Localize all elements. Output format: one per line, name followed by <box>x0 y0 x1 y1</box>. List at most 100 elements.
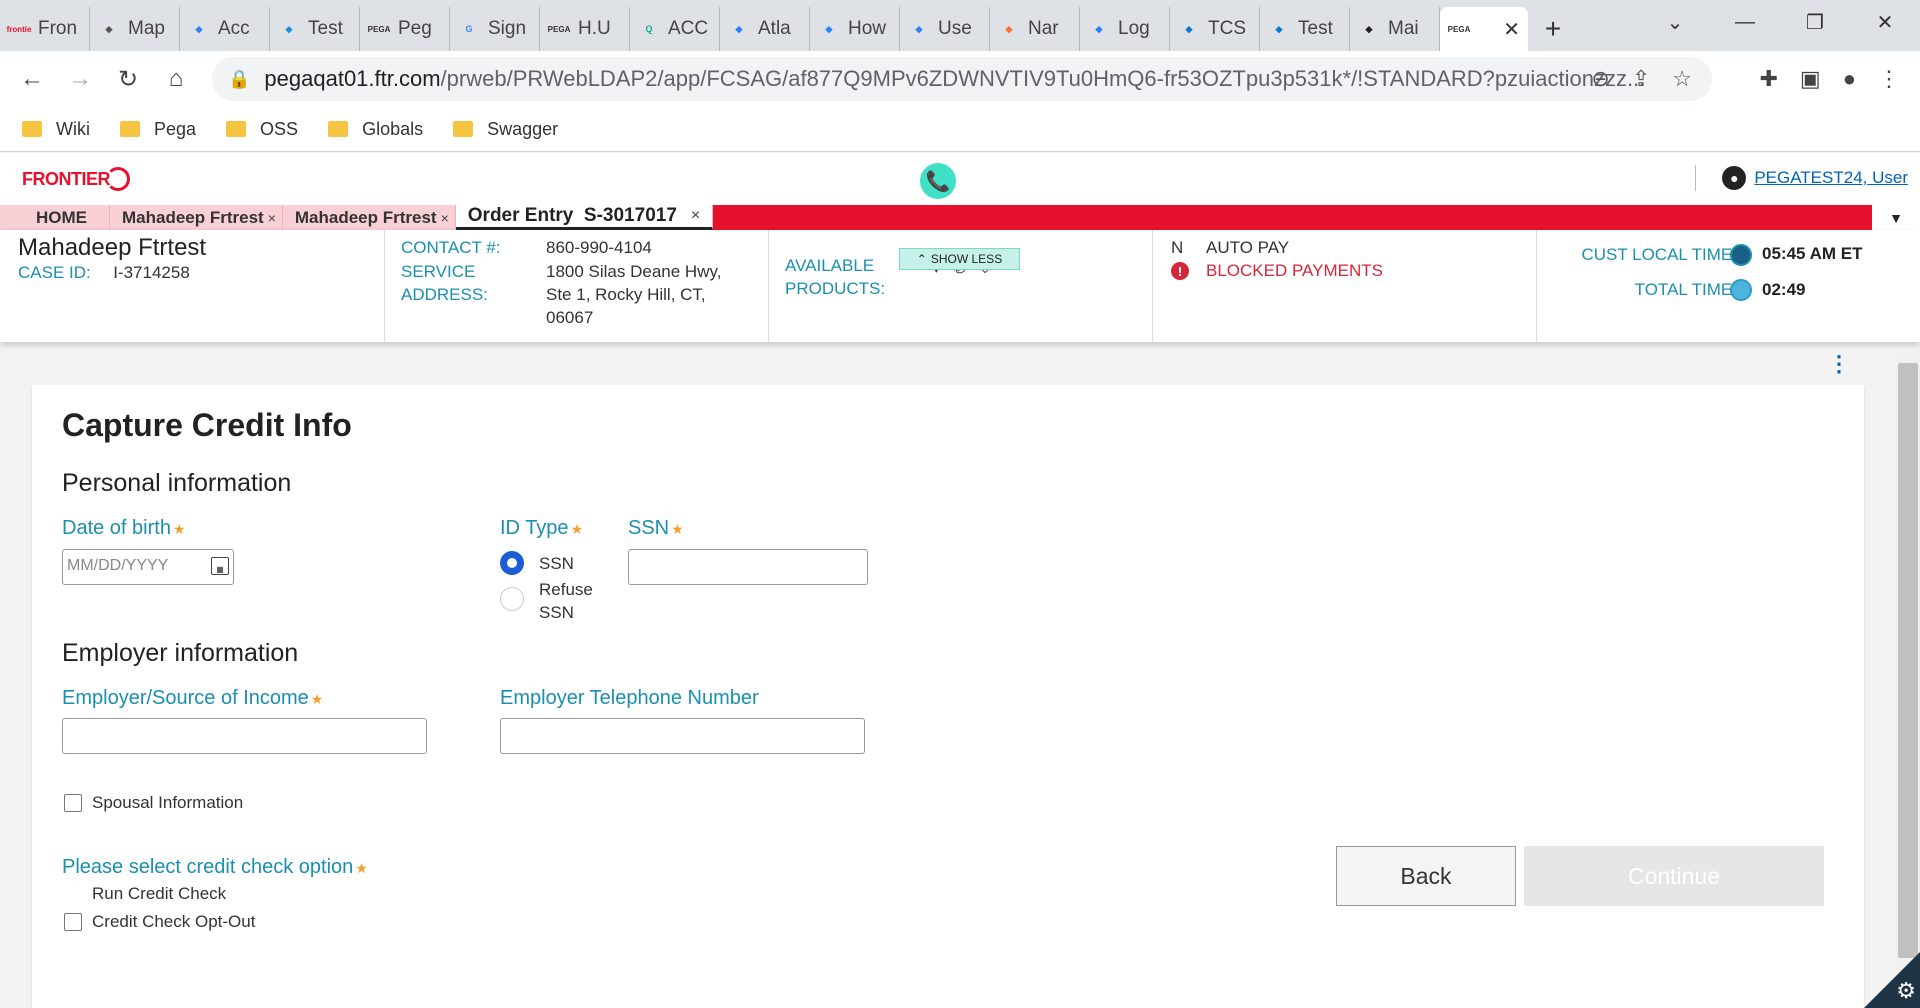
bookmarks-bar: Wiki Pega OSS Globals Swagger <box>0 107 1920 152</box>
jira-icon: ◆ <box>735 23 743 34</box>
frontier-logo[interactable]: FRONTIER <box>22 167 130 191</box>
local-time-value: 05:45 AM ET <box>1762 244 1863 263</box>
bookmark-oss[interactable]: OSS <box>226 119 298 140</box>
required-star-icon: ★ <box>172 521 186 537</box>
extensions-icon[interactable]: ✚ <box>1759 66 1777 92</box>
folder-icon <box>22 121 42 137</box>
browser-tab[interactable]: G Sign <box>450 7 540 51</box>
credit-option-label-text: Please select credit check option <box>62 856 354 878</box>
more-options-icon[interactable]: ⋮ <box>1828 351 1850 377</box>
employer-label: Employer/Source of Income ★ <box>62 687 323 710</box>
browser-tab[interactable]: ◆ Test <box>1260 7 1350 51</box>
browser-tab[interactable]: Q ACC <box>630 7 720 51</box>
tab-close-icon[interactable]: × <box>268 210 276 226</box>
show-less-label: SHOW LESS <box>930 252 1003 266</box>
browser-tab[interactable]: ◆ Use <box>900 7 990 51</box>
spousal-info-checkbox[interactable] <box>64 794 82 812</box>
tab-close-icon[interactable]: × <box>691 207 700 225</box>
browser-tab[interactable]: ◆ Acc <box>180 7 270 51</box>
profile-avatar-icon[interactable]: ● <box>1843 66 1856 92</box>
browser-tab[interactable]: frontie Fron <box>0 7 90 51</box>
required-star-icon: ★ <box>671 521 684 537</box>
bookmark-star-icon[interactable]: ☆ <box>1672 66 1692 92</box>
scrollbar-thumb[interactable] <box>1898 363 1918 958</box>
lock-icon[interactable]: 🔒 <box>228 69 250 90</box>
autopay-flag: N <box>1171 238 1184 257</box>
address-bar[interactable]: 🔒 pegaqat01.ftr.com /prweb/PRWebLDAP2/ap… <box>212 57 1712 101</box>
back-arrow-icon[interactable]: ← <box>8 55 56 103</box>
clock-icon <box>1730 244 1752 266</box>
browser-tab[interactable]: ◆ TCS <box>1170 7 1260 51</box>
credit-opt-out-checkbox[interactable] <box>64 913 82 931</box>
tab-order-entry[interactable]: Order Entry S-3017017 × <box>455 205 714 230</box>
radio-refuse-ssn[interactable] <box>500 587 524 611</box>
employer-input[interactable] <box>62 718 427 754</box>
browser-tab[interactable]: ◆ How <box>810 7 900 51</box>
app-header: FRONTIER 📞 ● PEGATEST24, User <box>0 153 1920 205</box>
postman-icon: ◆ <box>1005 23 1013 34</box>
minimize-button[interactable]: — <box>1710 0 1780 44</box>
back-button[interactable]: Back <box>1336 846 1516 906</box>
employer-phone-input[interactable] <box>500 718 865 754</box>
share-icon[interactable]: ⇪ <box>1632 66 1650 92</box>
browser-tab-active[interactable]: PEGA ✕ <box>1440 7 1528 51</box>
personal-info-heading: Personal information <box>62 469 292 497</box>
tab-customer-1[interactable]: Mahadeep Frtrest × <box>110 205 283 230</box>
folder-icon <box>453 121 474 137</box>
browser-menu-icon[interactable]: ⋮ <box>1878 66 1900 92</box>
side-panel-icon[interactable]: ▣ <box>1800 66 1821 92</box>
bookmark-wiki[interactable]: Wiki <box>22 119 90 140</box>
jira-icon: ◆ <box>195 23 203 34</box>
browser-tab[interactable]: PEGA H.U <box>540 7 630 51</box>
continue-button[interactable]: Continue <box>1524 846 1824 906</box>
refuse-line-2: SSN <box>539 603 574 622</box>
browser-tab[interactable]: ◆ Mai <box>1350 7 1440 51</box>
close-tab-icon[interactable]: ✕ <box>1503 17 1520 42</box>
total-time-value: 02:49 <box>1762 280 1806 299</box>
bookmark-swagger[interactable]: Swagger <box>453 119 558 140</box>
browser-tab[interactable]: ◆ Log <box>1080 7 1170 51</box>
browser-tab-title: Use <box>938 18 972 39</box>
zoom-icon[interactable]: ⊖ <box>1591 66 1609 92</box>
browser-tab-title: Mai <box>1388 18 1419 39</box>
home-icon[interactable]: ⌂ <box>152 55 200 103</box>
user-link[interactable]: PEGATEST24, User <box>1754 168 1908 188</box>
browser-tab-title: H.U <box>578 18 611 39</box>
tab-overflow-dropdown-icon[interactable]: ▼ <box>1872 205 1920 230</box>
radio-ssn[interactable] <box>500 551 524 575</box>
restore-button[interactable]: ❐ <box>1780 0 1850 44</box>
contact-label: CONTACT #: <box>401 238 501 257</box>
radio-ssn-label: SSN <box>539 554 574 573</box>
radio-refuse-label: Refuse SSN <box>539 578 593 624</box>
contact-value: 860-990-4104 <box>546 238 652 257</box>
forward-arrow-icon[interactable]: → <box>56 55 104 103</box>
bookmark-pega[interactable]: Pega <box>120 119 196 140</box>
browser-tab[interactable]: ◆ Nar <box>990 7 1080 51</box>
folder-icon <box>226 121 247 137</box>
run-credit-check-label[interactable]: Run Credit Check <box>92 884 226 904</box>
blocked-payments-label: BLOCKED PAYMENTS <box>1206 261 1383 280</box>
show-less-button[interactable]: ⌃ SHOW LESS <box>899 248 1020 270</box>
browser-tab-title: Atla <box>758 18 791 39</box>
id-type-label-text: ID Type <box>500 517 569 539</box>
tab-close-icon[interactable]: × <box>441 210 449 226</box>
browser-tab[interactable]: ◆ Test <box>270 7 360 51</box>
tab-search-icon[interactable]: ⌄ <box>1640 0 1710 44</box>
timer-icon <box>1730 279 1752 301</box>
browser-tab[interactable]: ◆ Atla <box>720 7 810 51</box>
tab-home[interactable]: HOME <box>0 205 110 230</box>
close-window-button[interactable]: ✕ <box>1850 0 1920 44</box>
tab-customer-2[interactable]: Mahadeep Frtrest × <box>282 205 456 230</box>
browser-tab[interactable]: PEGA Peg <box>360 7 450 51</box>
ssn-input[interactable] <box>628 549 868 585</box>
phone-icon[interactable]: 📞 <box>920 163 956 199</box>
new-tab-button[interactable]: + <box>1528 7 1578 51</box>
calendar-icon[interactable]: ▦ <box>211 557 229 575</box>
tab-label: HOME <box>36 207 87 227</box>
bookmark-globals[interactable]: Globals <box>328 119 423 140</box>
browser-tab[interactable]: ◆ Map <box>90 7 180 51</box>
reload-icon[interactable]: ↻ <box>104 55 152 103</box>
dob-input[interactable]: MM/DD/YYYY ▦ <box>62 549 234 585</box>
browser-tab-title: Test <box>1298 18 1333 39</box>
gear-icon[interactable]: ⚙ <box>1896 978 1916 1004</box>
